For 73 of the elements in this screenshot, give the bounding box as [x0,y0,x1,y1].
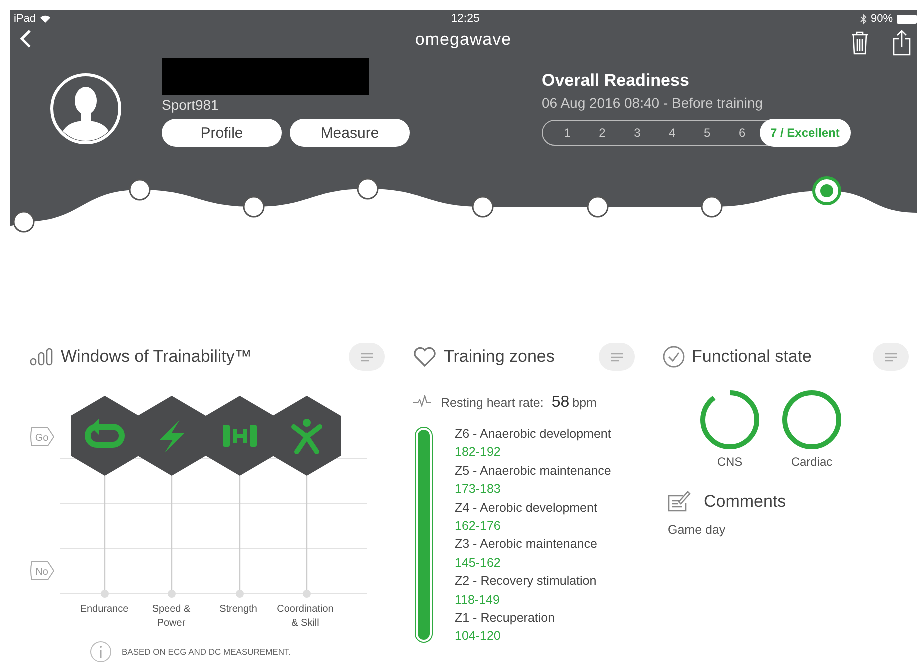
battery-percentage: 90% [870,13,893,25]
profile-button[interactable]: Profile [162,119,282,147]
ring-label: CNS [717,455,743,469]
back-icon[interactable] [20,29,32,49]
zone-range: 173-183 [455,481,502,498]
readiness-date: 06 Aug 2016 08:40 - Before training [542,95,764,111]
app-logo: omegawave [415,30,512,50]
panel-title: Functional state [692,347,812,367]
readiness-title: Overall Readiness [542,71,690,91]
resting-label: Resting heart rate: [441,396,544,410]
history-point[interactable] [587,196,609,218]
panel-title: Windows of Trainability™ [61,347,252,367]
resting-unit: bpm [572,396,597,410]
resting-value: 58 [552,394,570,412]
ring-label: Cardiac [791,455,833,469]
trash-icon[interactable] [851,31,869,55]
menu-icon [361,352,373,362]
menu-icon [611,352,623,362]
zone-name: Z2 - Recovery stimulation [455,573,598,590]
zone-range: 104-120 [455,628,502,646]
zone-range: 182-192 [455,444,502,462]
bluetooth-icon [860,14,867,24]
level-tag: No [30,562,54,580]
history-point[interactable] [13,211,35,233]
history-point[interactable] [812,176,842,206]
wifi-icon [40,15,52,23]
scale-step[interactable]: 7 / Excellent [760,119,851,147]
scale-step[interactable]: 2 [584,126,620,140]
category-label: Endurance [79,603,130,617]
share-icon[interactable] [893,30,911,56]
level-tag: Go [30,428,54,446]
history-point[interactable] [357,178,379,200]
scale-step[interactable]: 5 [690,126,725,140]
zone-range: 145-162 [455,554,502,572]
clock-time: 12:25 [451,13,480,25]
avatar-icon [50,73,122,145]
comments-title: Comments [704,492,786,512]
trainability-hexagon[interactable] [206,396,274,476]
zone-range: 162-176 [455,518,502,536]
scale-step[interactable]: 6 [724,126,760,140]
profile-button[interactable]: Measure [290,119,410,147]
device-name: iPad [14,13,36,25]
history-point[interactable] [129,179,151,201]
username: Sport981 [162,97,220,113]
category-label: Speed & Power [151,603,192,631]
zone-name: Z6 - Anaerobic development [455,426,612,443]
comment-text: Game day [668,523,727,537]
trainability-hexagon[interactable] [273,396,341,476]
battery-icon [897,14,917,24]
zone-name: Z3 - Aerobic maintenance [455,536,598,554]
history-point[interactable] [701,196,723,218]
scale-step[interactable]: 3 [620,126,655,140]
zone-range: 118-149 [455,592,501,609]
history-point[interactable] [472,196,494,218]
trainability-hexagon[interactable] [138,396,206,476]
history-point[interactable] [243,196,265,218]
zone-name: Z1 - Recuperation [455,610,556,628]
menu-icon [885,352,897,362]
info-icon [90,641,112,663]
scale-step[interactable]: 1 [550,126,585,140]
zone-name: Z5 - Anaerobic maintenance [455,462,612,480]
bars-icon [30,348,54,366]
panel-title: Training zones [444,347,555,367]
check-circle-icon [663,346,685,368]
category-label: Strength [218,603,258,617]
category-label: Coordination & Skill [276,603,335,631]
note-edit-icon [668,491,692,513]
heart-icon [413,346,437,368]
trainability-hexagon[interactable] [71,396,139,476]
zone-name: Z4 - Aerobic development [455,500,598,517]
scale-step[interactable]: 4 [654,126,690,140]
info-note: BASED ON ECG AND DC MEASUREMENT. [122,647,292,657]
pulse-icon [413,395,431,407]
